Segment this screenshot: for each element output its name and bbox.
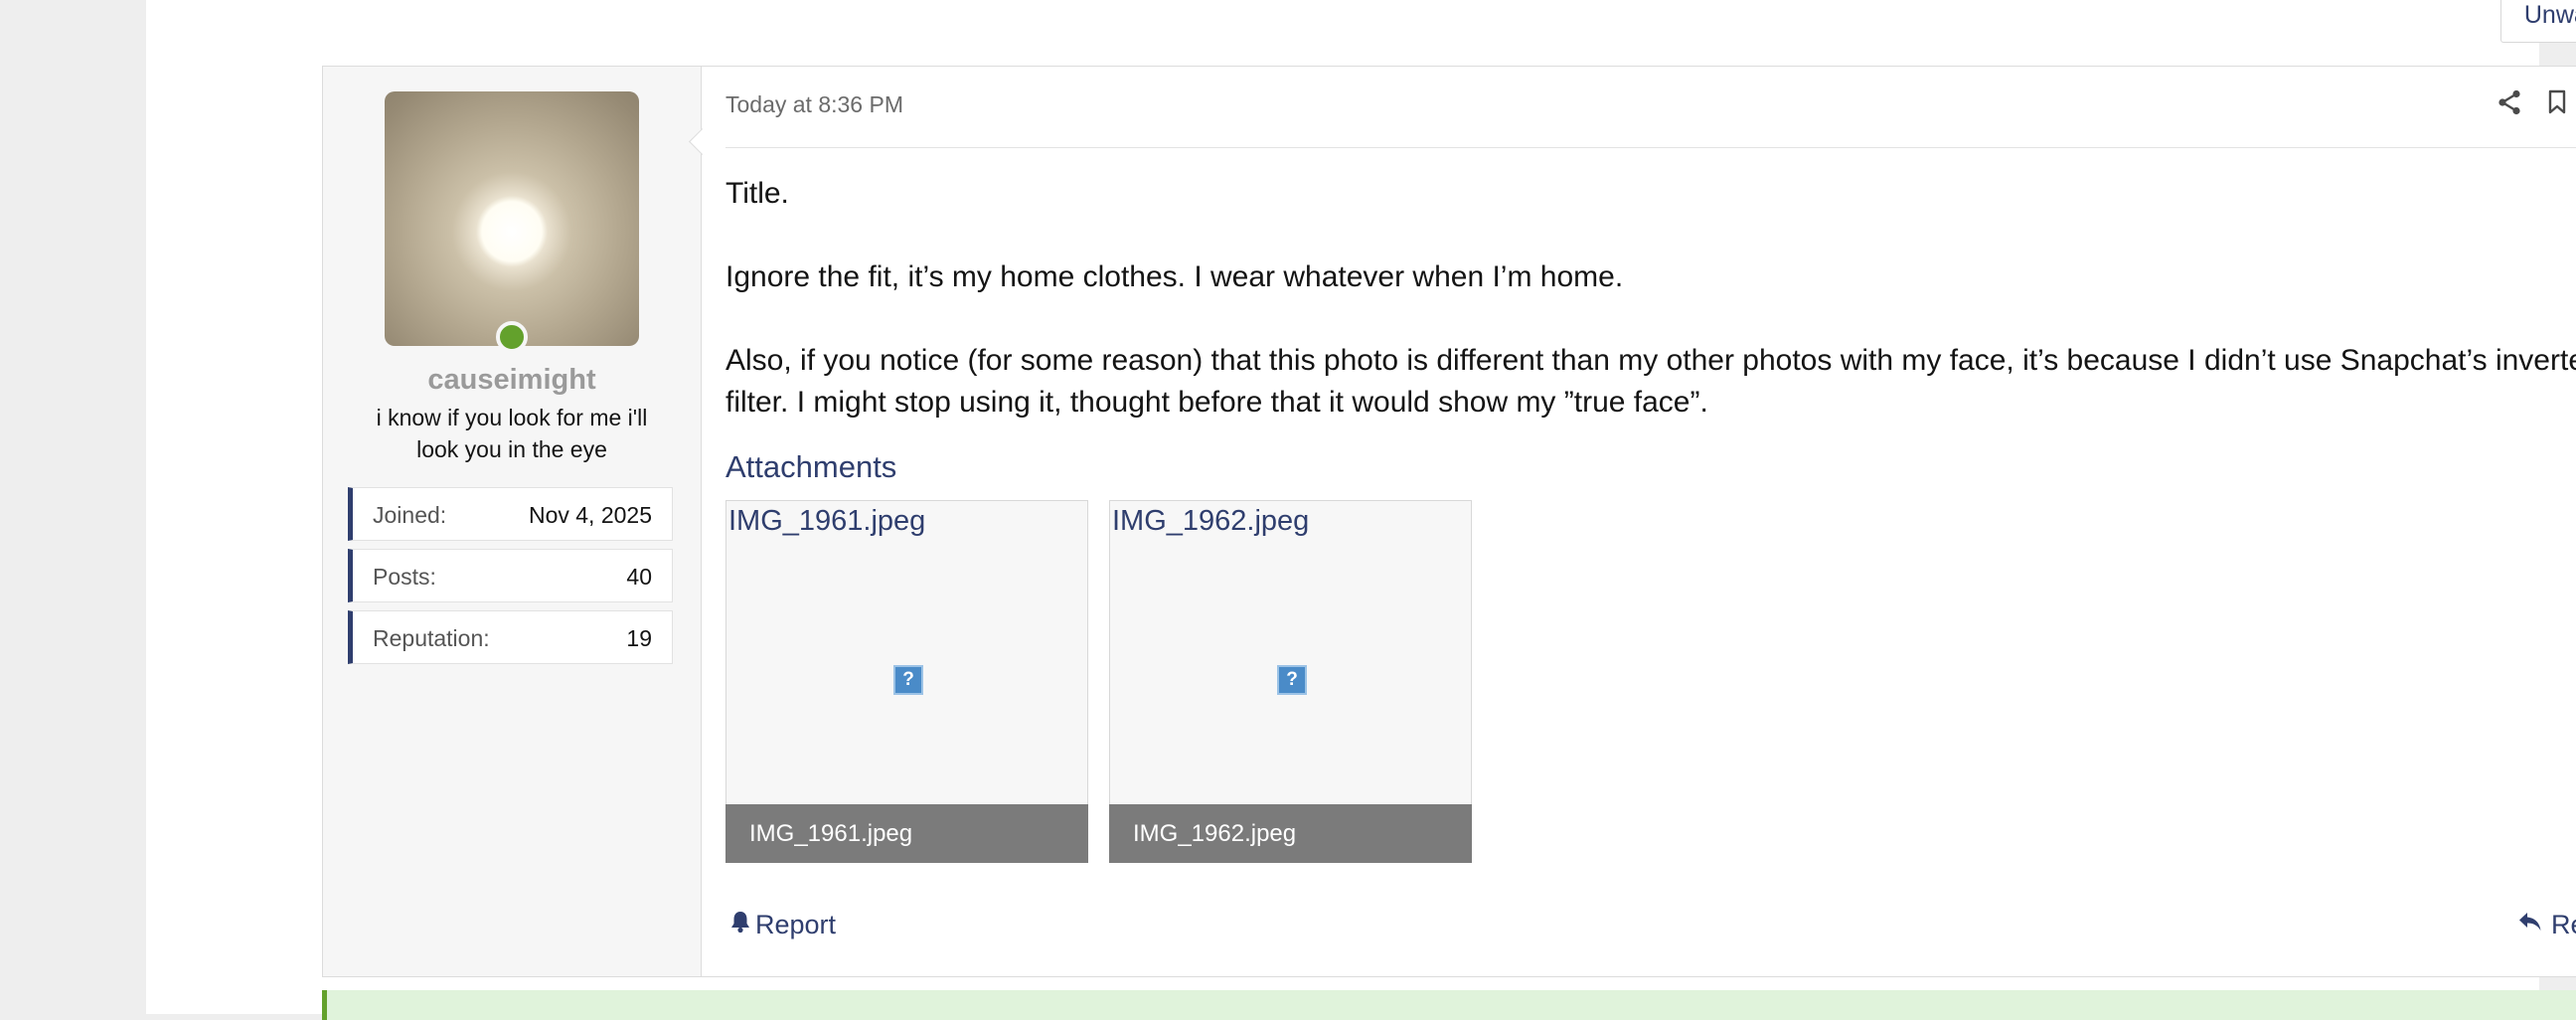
message-paragraph: Also, if you notice (for some reason) th…: [725, 344, 2576, 419]
post-actions: #1: [2497, 88, 2576, 116]
attachments-heading: Attachments: [725, 449, 897, 484]
user-info-panel: causeimight i know if you look for me i'…: [323, 67, 702, 976]
stat-value: Nov 4, 2025: [528, 502, 652, 528]
reply-icon: [2517, 910, 2543, 940]
avatar[interactable]: [385, 91, 639, 346]
post-date[interactable]: Today at 8:36 PM: [725, 91, 903, 118]
broken-image-icon: ?: [1277, 665, 1307, 695]
reply-label: Reply: [2550, 910, 2576, 939]
stat-value: 19: [626, 625, 652, 651]
stat-label: Reputation:: [373, 625, 490, 651]
message-body: Title. Ignore the fit, it’s my home clot…: [725, 173, 2576, 465]
bell-icon: [729, 910, 751, 940]
share-icon[interactable]: [2497, 89, 2521, 115]
bookmark-icon[interactable]: [2547, 89, 2567, 115]
header-divider: [725, 147, 2576, 148]
attachment-caption: IMG_1962.jpeg: [1109, 804, 1472, 863]
next-post-preview: [322, 990, 2576, 1020]
attachment-title-link[interactable]: IMG_1961.jpeg: [728, 505, 925, 538]
stat-joined: Joined: Nov 4, 2025: [348, 487, 673, 541]
user-title: i know if you look for me i'll look you …: [376, 405, 648, 462]
unwatch-button[interactable]: Unwatch: [2500, 0, 2576, 43]
stat-value: 40: [626, 564, 652, 590]
stat-reputation: Reputation: 19: [348, 610, 673, 664]
attachment-caption: IMG_1961.jpeg: [725, 804, 1088, 863]
stat-label: Joined:: [373, 502, 447, 528]
report-label: Report: [755, 910, 837, 939]
stat-posts: Posts: 40: [348, 549, 673, 602]
page-container: Unwatch causeimight i know if you look f…: [146, 0, 2576, 1020]
report-button[interactable]: Report: [729, 910, 836, 940]
broken-image-icon: ?: [893, 665, 923, 695]
reply-button[interactable]: Reply: [2517, 910, 2576, 940]
stat-label: Posts:: [373, 564, 436, 590]
forum-post: causeimight i know if you look for me i'…: [322, 66, 2576, 977]
username[interactable]: causeimight: [323, 364, 701, 397]
message-paragraph: Ignore the fit, it’s my home clothes. I …: [725, 260, 1624, 293]
post-content: Today at 8:36 PM #1: [725, 67, 2576, 976]
attachment-title-link[interactable]: IMG_1962.jpeg: [1112, 505, 1309, 538]
message-paragraph: Title.: [725, 177, 789, 210]
attachment-thumbnail[interactable]: IMG_1962.jpeg ? IMG_1962.jpeg: [1109, 500, 1472, 863]
online-status-indicator: [496, 321, 528, 353]
attachment-thumbnail[interactable]: IMG_1961.jpeg ? IMG_1961.jpeg: [725, 500, 1088, 863]
